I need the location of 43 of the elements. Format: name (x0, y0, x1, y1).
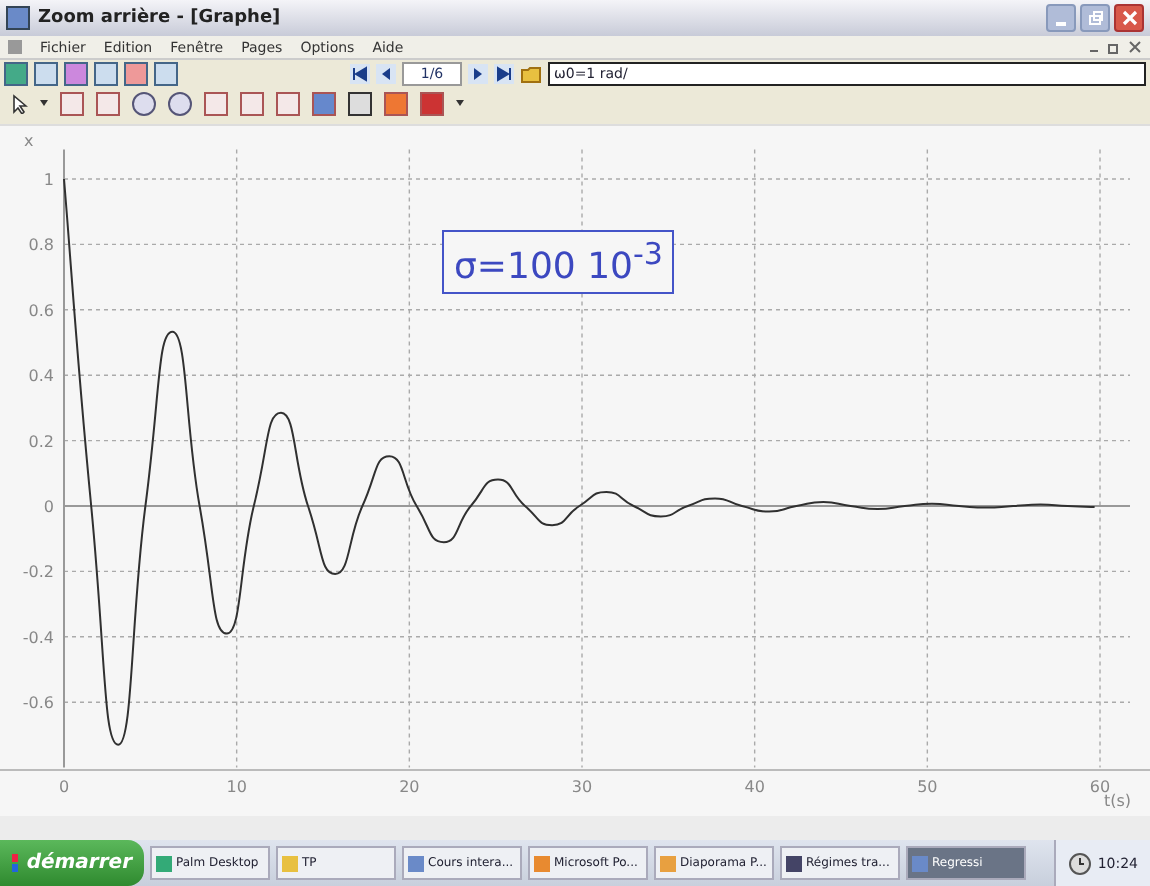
sigma-label: σ=100 10$^{-3}$ (442, 230, 675, 294)
close-icon[interactable] (1128, 40, 1142, 54)
windows-logo-icon (12, 853, 19, 873)
window-icon (282, 855, 298, 871)
y-tick-label: -0.2 (22, 563, 54, 582)
dropdown-caret-icon[interactable] (456, 100, 464, 106)
window-icon (786, 855, 802, 871)
x-tick-label: 60 (1089, 778, 1111, 796)
x-tick-label: 30 (571, 778, 593, 796)
y-tick-label: 0.6 (28, 301, 54, 320)
window-title: Zoom arrière - [Graphe] (38, 8, 283, 28)
last-page-icon[interactable] (494, 64, 514, 84)
y-tick-label: -0.6 (22, 694, 54, 713)
y-tick-label: 0.4 (28, 367, 54, 386)
x-axis-label: t(s) (1104, 792, 1132, 810)
minimize-button[interactable] (1046, 4, 1076, 32)
folder-icon[interactable] (520, 64, 542, 84)
x-tick-label: 20 (399, 778, 420, 796)
restore-button[interactable] (1080, 4, 1110, 32)
pointer-icon[interactable] (12, 93, 28, 113)
window-icon (660, 855, 676, 871)
x-tick-label: 50 (917, 778, 938, 796)
y-tick-label: 0.8 (28, 236, 54, 255)
x-tick-label: 0 (58, 778, 70, 796)
y-tick-label: 1 (43, 171, 54, 189)
close-button[interactable] (1114, 4, 1144, 32)
x-tick-label: 10 (226, 778, 247, 796)
previous-page-icon[interactable] (376, 64, 396, 84)
y-tick-label: -0.4 (22, 628, 54, 647)
dropdown-caret-icon[interactable] (40, 100, 48, 106)
app-icon (6, 6, 30, 30)
close-icon (1121, 10, 1137, 26)
window-icon (408, 855, 424, 871)
y-tick-label: 0 (43, 498, 54, 516)
next-page-icon[interactable] (468, 64, 488, 84)
window-icon (156, 855, 172, 871)
y-axis-label: x (24, 132, 34, 150)
window-icon (534, 855, 550, 871)
clock-icon (1067, 851, 1092, 875)
first-page-icon[interactable] (350, 64, 370, 84)
window-icon (912, 855, 928, 871)
x-tick-label: 40 (744, 778, 765, 796)
y-tick-label: 0.2 (28, 432, 54, 451)
